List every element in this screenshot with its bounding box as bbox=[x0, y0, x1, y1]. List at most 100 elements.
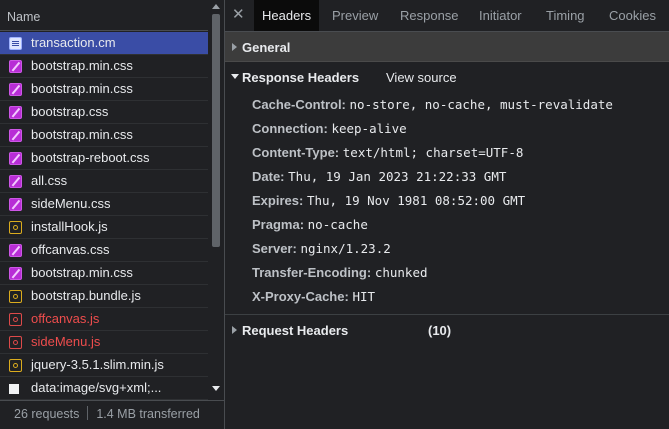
name-column-header[interactable]: Name bbox=[0, 0, 208, 31]
js-file-icon bbox=[9, 313, 22, 326]
tab-response[interactable]: Response bbox=[392, 0, 467, 31]
css-file-icon bbox=[9, 60, 22, 73]
header-value: no-store, no-cache, must-revalidate bbox=[349, 97, 613, 112]
header-value: text/html; charset=UTF-8 bbox=[342, 145, 524, 160]
header-value: Thu, 19 Jan 2023 21:22:33 GMT bbox=[288, 169, 507, 184]
request-row[interactable]: bootstrap.bundle.js bbox=[0, 285, 208, 308]
response-header-line: Transfer-Encoding: chunked bbox=[252, 265, 428, 280]
response-header-line: Date: Thu, 19 Jan 2023 21:22:33 GMT bbox=[252, 169, 506, 184]
tab-headers[interactable]: Headers bbox=[254, 0, 320, 31]
request-row[interactable]: bootstrap.min.css bbox=[0, 262, 208, 285]
close-icon[interactable]: ✕ bbox=[232, 7, 245, 23]
request-headers-count: (10) bbox=[428, 323, 452, 338]
response-header-line: X-Proxy-Cache: HIT bbox=[252, 289, 375, 304]
css-file-icon bbox=[9, 152, 22, 165]
expand-arrow-icon bbox=[232, 43, 237, 51]
request-name: bootstrap.min.css bbox=[31, 265, 133, 280]
transferred-size: 1.4 MB transferred bbox=[96, 407, 200, 421]
js-file-icon bbox=[9, 290, 22, 303]
css-file-icon bbox=[9, 175, 22, 188]
response-header-line: Pragma: no-cache bbox=[252, 217, 368, 232]
header-key: Expires: bbox=[252, 193, 304, 208]
scroll-down-arrow-icon[interactable] bbox=[212, 386, 220, 391]
header-key: Cache-Control: bbox=[252, 97, 346, 112]
expand-arrow-icon bbox=[232, 326, 237, 334]
request-headers-title: Request Headers bbox=[242, 323, 349, 338]
response-header-line: Cache-Control: no-store, no-cache, must-… bbox=[252, 97, 613, 112]
request-row[interactable]: bootstrap-reboot.css bbox=[0, 147, 208, 170]
tab-preview[interactable]: Preview bbox=[324, 0, 386, 31]
response-headers-section-header[interactable]: Response Headers View source bbox=[225, 62, 669, 92]
tab-timing[interactable]: Timing bbox=[538, 0, 593, 31]
request-row[interactable]: offcanvas.js bbox=[0, 308, 208, 331]
css-file-icon bbox=[9, 106, 22, 119]
request-name: bootstrap.min.css bbox=[31, 58, 133, 73]
js-file-icon bbox=[9, 336, 22, 349]
request-name: bootstrap.css bbox=[31, 104, 109, 119]
request-details-panel: ✕ Headers Preview Response Initiator Timing C… bbox=[225, 0, 669, 429]
css-file-icon bbox=[9, 129, 22, 142]
header-key: Date: bbox=[252, 169, 285, 184]
tab-initiator[interactable]: Initiator bbox=[471, 0, 530, 31]
request-row[interactable]: sideMenu.css bbox=[0, 193, 208, 216]
header-value: HIT bbox=[352, 289, 376, 304]
request-row[interactable]: offcanvas.css bbox=[0, 239, 208, 262]
request-name: data:image/svg+xml;... bbox=[31, 380, 162, 395]
scroll-thumb[interactable] bbox=[212, 14, 220, 247]
request-headers-section-header[interactable]: Request Headers (10) bbox=[225, 314, 669, 345]
request-list-panel: Name transaction.cm bootstrap.min.css boot… bbox=[0, 0, 224, 429]
request-list-scrollbar[interactable] bbox=[208, 0, 224, 400]
request-name: sideMenu.js bbox=[31, 334, 101, 349]
request-name: offcanvas.css bbox=[31, 242, 110, 257]
request-name: bootstrap.min.css bbox=[31, 127, 133, 142]
request-row[interactable]: sideMenu.js bbox=[0, 331, 208, 354]
request-row[interactable]: jquery-3.5.1.slim.min.js bbox=[0, 354, 208, 377]
css-file-icon bbox=[9, 198, 22, 211]
request-name: sideMenu.css bbox=[31, 196, 111, 211]
request-row[interactable]: all.css bbox=[0, 170, 208, 193]
header-value: chunked bbox=[374, 265, 428, 280]
request-name: transaction.cm bbox=[31, 35, 116, 50]
request-row[interactable]: data:image/svg+xml;... bbox=[0, 377, 208, 400]
header-value: nginx/1.23.2 bbox=[300, 241, 391, 256]
collapse-arrow-icon bbox=[231, 74, 239, 79]
header-key: Pragma: bbox=[252, 217, 305, 232]
request-name: bootstrap.bundle.js bbox=[31, 288, 141, 303]
request-row[interactable]: transaction.cm bbox=[0, 32, 208, 55]
request-list: transaction.cm bootstrap.min.css bootstrap… bbox=[0, 32, 208, 400]
css-file-icon bbox=[9, 244, 22, 257]
js-file-icon bbox=[9, 221, 22, 234]
response-headers-title: Response Headers bbox=[242, 70, 360, 85]
header-key: Connection: bbox=[252, 121, 328, 136]
request-row[interactable]: bootstrap.min.css bbox=[0, 124, 208, 147]
status-separator bbox=[87, 406, 89, 420]
js-file-icon bbox=[9, 359, 22, 372]
tab-cookies[interactable]: Cookies bbox=[601, 0, 664, 31]
view-source-link[interactable]: View source bbox=[386, 70, 457, 85]
request-row[interactable]: bootstrap.min.css bbox=[0, 55, 208, 78]
response-header-line: Connection: keep-alive bbox=[252, 121, 407, 136]
header-value: no-cache bbox=[307, 217, 368, 232]
requests-count: 26 requests bbox=[14, 407, 80, 421]
response-header-line: Content-Type: text/html; charset=UTF-8 bbox=[252, 145, 523, 160]
request-name: bootstrap-reboot.css bbox=[31, 150, 150, 165]
request-name: jquery-3.5.1.slim.min.js bbox=[31, 357, 164, 372]
general-section-header[interactable]: General bbox=[225, 32, 669, 62]
header-value: Thu, 19 Nov 1981 08:52:00 GMT bbox=[306, 193, 526, 208]
request-row[interactable]: bootstrap.min.css bbox=[0, 78, 208, 101]
request-name: bootstrap.min.css bbox=[31, 81, 133, 96]
header-key: Server: bbox=[252, 241, 297, 256]
header-key: X-Proxy-Cache: bbox=[252, 289, 349, 304]
header-key: Content-Type: bbox=[252, 145, 340, 160]
header-key: Transfer-Encoding: bbox=[252, 265, 372, 280]
request-row[interactable]: installHook.js bbox=[0, 216, 208, 239]
image-file-icon bbox=[9, 384, 19, 394]
document-icon bbox=[9, 37, 22, 50]
request-name: installHook.js bbox=[31, 219, 108, 234]
request-name: all.css bbox=[31, 173, 68, 188]
request-name: offcanvas.js bbox=[31, 311, 100, 326]
request-row[interactable]: bootstrap.css bbox=[0, 101, 208, 124]
response-header-line: Expires: Thu, 19 Nov 1981 08:52:00 GMT bbox=[252, 193, 525, 208]
scroll-up-arrow-icon[interactable] bbox=[212, 4, 220, 9]
details-tabbar: ✕ Headers Preview Response Initiator Timing C… bbox=[225, 0, 669, 32]
